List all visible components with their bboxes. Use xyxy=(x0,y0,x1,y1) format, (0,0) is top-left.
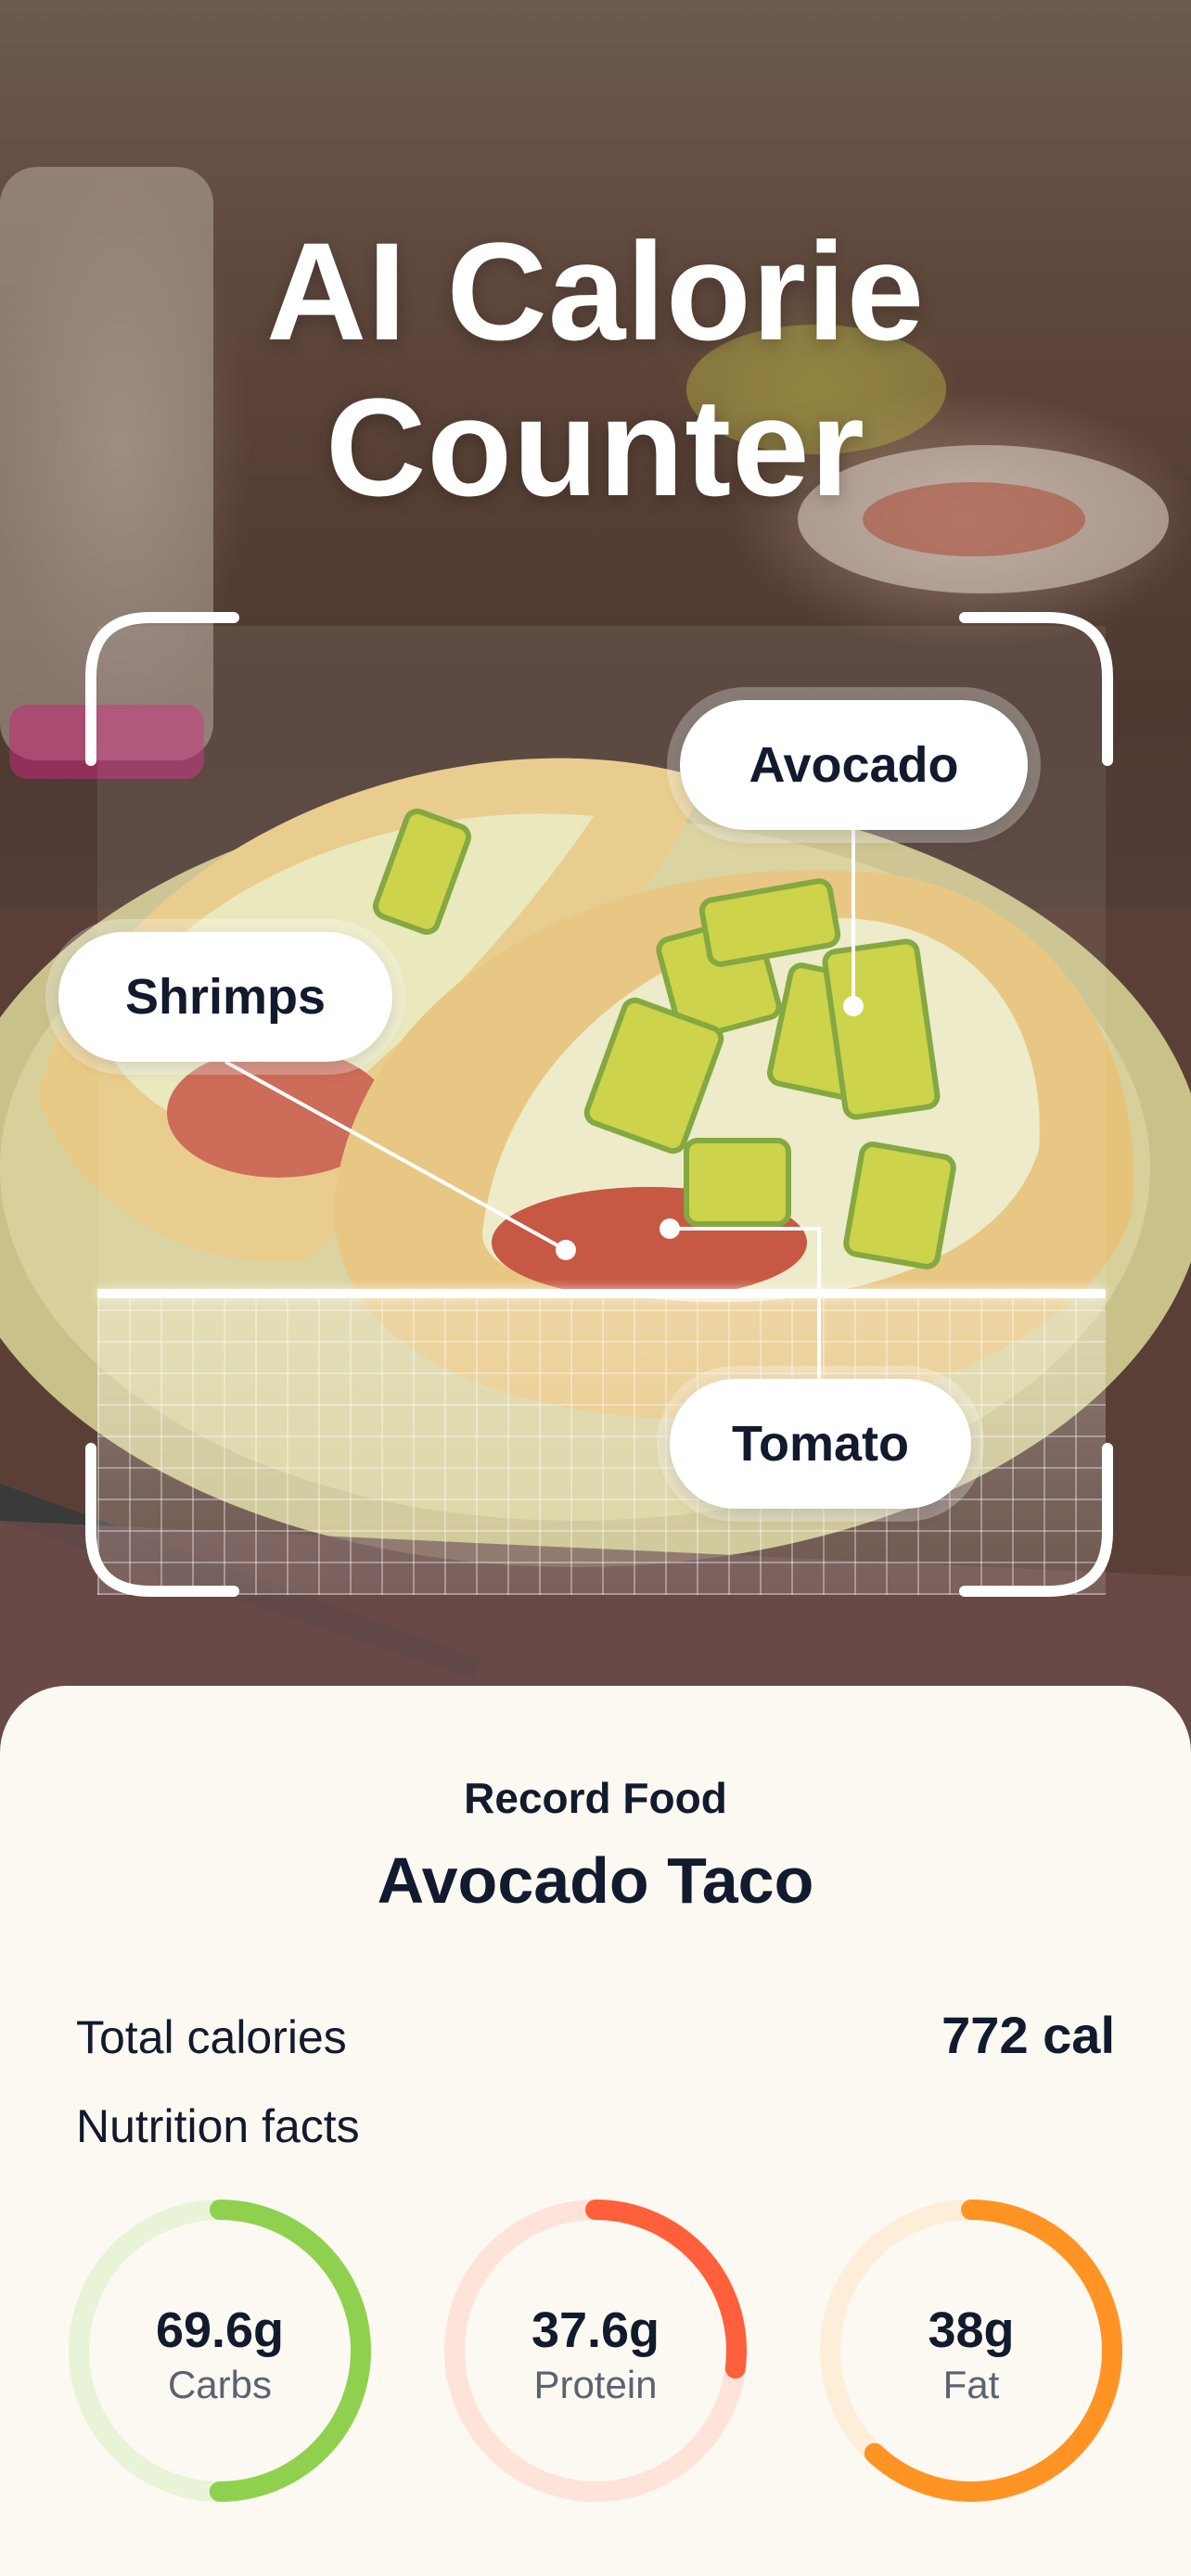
tomato-connector xyxy=(670,1227,821,1379)
macro-ring-carbs: 69.6g Carbs xyxy=(67,2198,373,2504)
avocado-dot xyxy=(843,996,864,1016)
carbs-value: 69.6g xyxy=(155,2302,285,2358)
carbs-label: Carbs xyxy=(167,2363,273,2406)
fat-value: 38g xyxy=(928,2302,1015,2358)
protein-value: 37.6g xyxy=(531,2302,660,2358)
shrimps-dot xyxy=(556,1240,576,1260)
food-name: Avocado Taco xyxy=(377,1844,814,1917)
macro-ring-protein: 37.6g Protein xyxy=(442,2198,749,2504)
macro-ring-fat: 38g Fat xyxy=(818,2198,1124,2504)
callout-connectors xyxy=(224,830,864,1379)
total-calories-value: 772 cal xyxy=(941,2006,1115,2064)
tomato-dot xyxy=(660,1218,680,1239)
protein-label: Protein xyxy=(533,2363,658,2406)
total-calories-label: Total calories xyxy=(76,2011,347,2063)
label-shrimps[interactable]: Shrimps xyxy=(58,932,392,1062)
label-avocado[interactable]: Avocado xyxy=(680,700,1028,830)
record-food-kicker: Record Food xyxy=(464,1774,727,1822)
nutrition-facts-label: Nutrition facts xyxy=(76,2100,360,2152)
label-tomato[interactable]: Tomato xyxy=(670,1379,971,1509)
fat-label: Fat xyxy=(942,2363,1000,2406)
shrimps-connector xyxy=(224,1060,567,1252)
